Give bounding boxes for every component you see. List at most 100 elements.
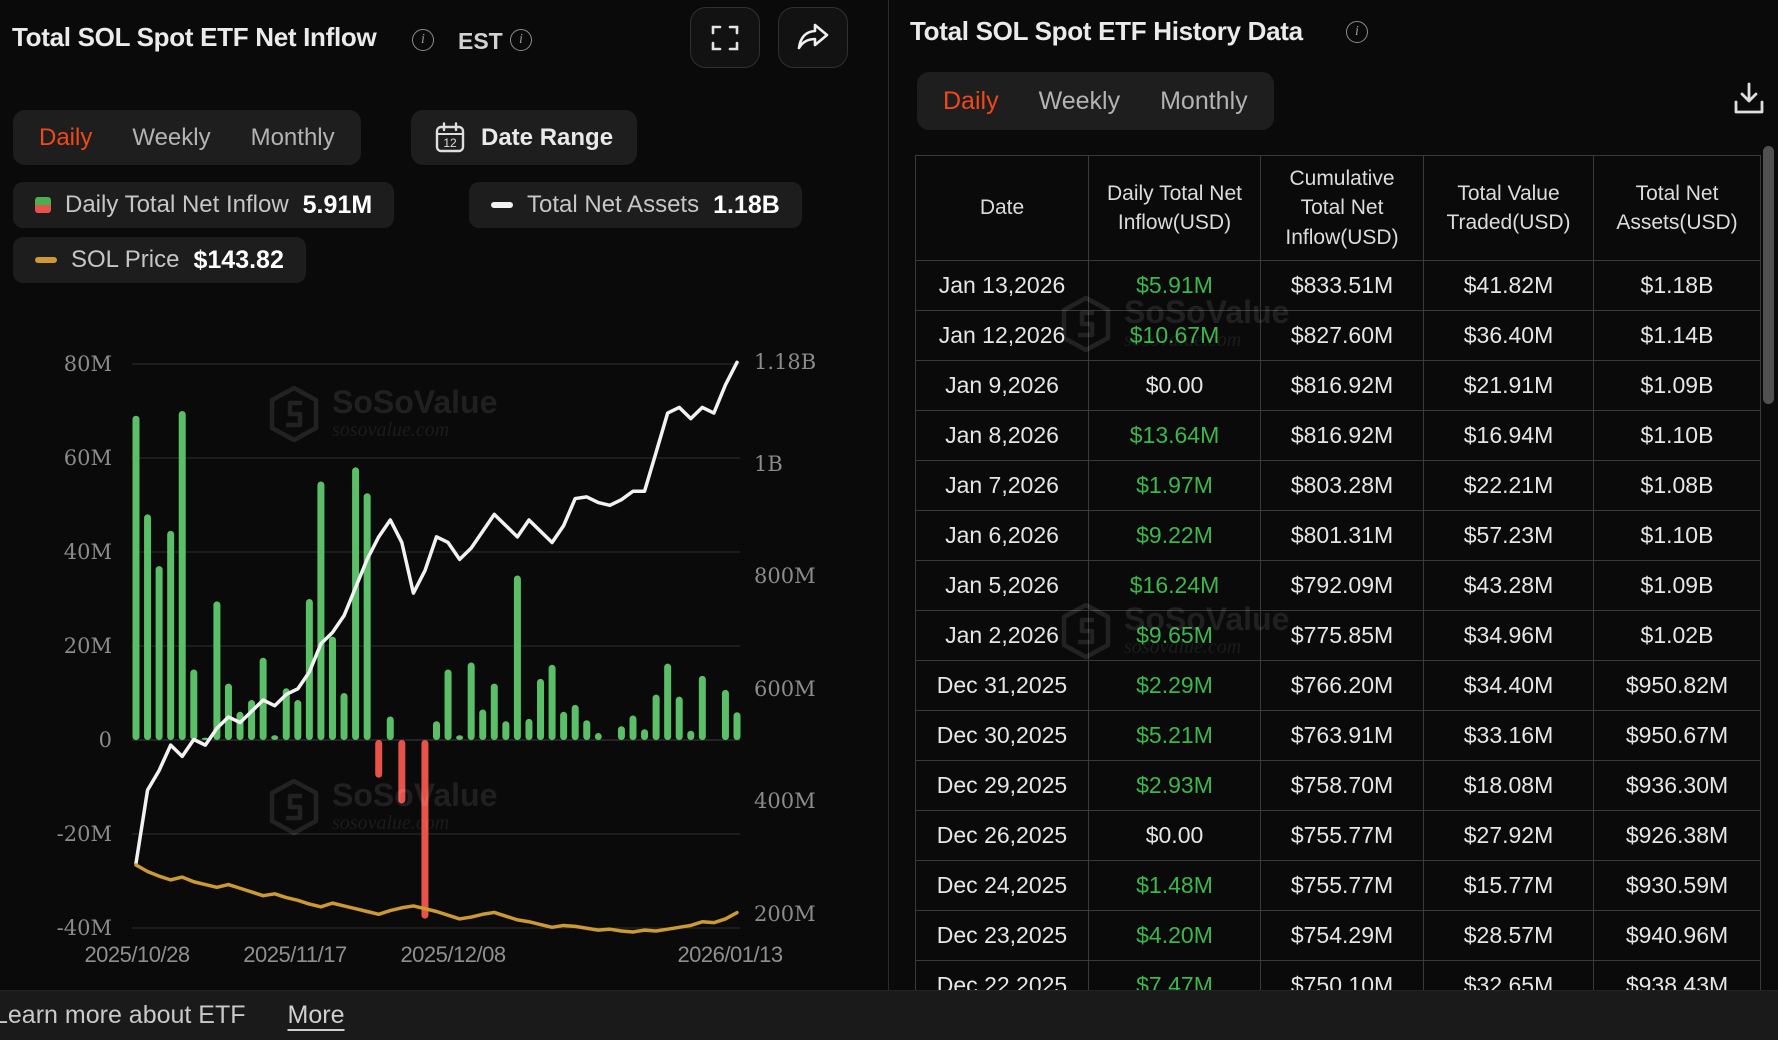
table-row: Dec 22,2025$7.47M$750.10M$32.65M$938.43M xyxy=(916,961,1761,991)
cell-daily-inflow: $9.65M xyxy=(1089,611,1261,661)
col-value-traded: Total Value Traded(USD) xyxy=(1424,156,1594,261)
right-axis-tick: 1.18B xyxy=(754,349,816,375)
cell-net-assets: $1.09B xyxy=(1594,561,1761,611)
cell-cumulative-inflow: $750.10M xyxy=(1261,961,1424,991)
inflow-bar xyxy=(237,712,244,740)
table-row: Dec 29,2025$2.93M$758.70M$18.08M$936.30M xyxy=(916,761,1761,811)
inflow-bar xyxy=(687,731,694,740)
inflow-bar xyxy=(445,670,452,741)
cell-cumulative-inflow: $816.92M xyxy=(1261,411,1424,461)
cell-net-assets: $1.08B xyxy=(1594,461,1761,511)
x-axis-tick: 2025/12/08 xyxy=(400,942,505,968)
col-net-assets: Total Net Assets(USD) xyxy=(1594,156,1761,261)
cell-value-traded: $41.82M xyxy=(1424,261,1594,311)
cell-net-assets: $1.18B xyxy=(1594,261,1761,311)
legend-net-assets[interactable]: Total Net Assets 1.18B xyxy=(469,182,802,228)
inflow-bar xyxy=(572,705,579,740)
title-info-icon[interactable]: i xyxy=(412,29,434,51)
cell-net-assets: $940.96M xyxy=(1594,911,1761,961)
table-row: Dec 23,2025$4.20M$754.29M$28.57M$940.96M xyxy=(916,911,1761,961)
legend-label: Daily Total Net Inflow xyxy=(65,191,289,219)
legend-value: 5.91M xyxy=(303,191,372,220)
cell-date: Jan 7,2026 xyxy=(916,461,1089,511)
tab-weekly[interactable]: Weekly xyxy=(132,124,210,152)
cell-net-assets: $936.30M xyxy=(1594,761,1761,811)
cell-daily-inflow: $13.64M xyxy=(1089,411,1261,461)
left-axis-tick: -40M xyxy=(0,915,112,941)
net-assets-legend-icon xyxy=(491,202,513,208)
footer-bar: Learn more about ETF More xyxy=(0,990,1778,1040)
cell-cumulative-inflow: $833.51M xyxy=(1261,261,1424,311)
table-row: Jan 2,2026$9.65M$775.85M$34.96M$1.02B xyxy=(916,611,1761,661)
cell-net-assets: $1.10B xyxy=(1594,511,1761,561)
cell-net-assets: $938.43M xyxy=(1594,961,1761,991)
table-row: Jan 8,2026$13.64M$816.92M$16.94M$1.10B xyxy=(916,411,1761,461)
cell-daily-inflow: $9.22M xyxy=(1089,511,1261,561)
cell-value-traded: $21.91M xyxy=(1424,361,1594,411)
inflow-bar xyxy=(167,531,174,740)
history-title: Total SOL Spot ETF History Data xyxy=(910,16,1303,47)
page-title: Total SOL Spot ETF Net Inflow xyxy=(12,22,376,53)
legend-daily-inflow[interactable]: Daily Total Net Inflow 5.91M xyxy=(13,182,394,228)
cell-net-assets: $930.59M xyxy=(1594,861,1761,911)
table-row: Dec 24,2025$1.48M$755.77M$15.77M$930.59M xyxy=(916,861,1761,911)
tab-history-daily[interactable]: Daily xyxy=(943,87,999,116)
cell-value-traded: $15.77M xyxy=(1424,861,1594,911)
legend-value: $143.82 xyxy=(193,246,283,275)
cell-date: Dec 29,2025 xyxy=(916,761,1089,811)
cell-daily-inflow: $7.47M xyxy=(1089,961,1261,991)
cell-value-traded: $18.08M xyxy=(1424,761,1594,811)
outflow-bar xyxy=(398,740,405,803)
tab-daily[interactable]: Daily xyxy=(39,124,92,152)
inflow-bar xyxy=(491,684,498,740)
cell-net-assets: $1.10B xyxy=(1594,411,1761,461)
share-button[interactable] xyxy=(778,7,848,68)
x-axis-tick: 2025/10/28 xyxy=(84,942,189,968)
table-scrollbar[interactable] xyxy=(1763,146,1774,404)
cell-date: Jan 13,2026 xyxy=(916,261,1089,311)
legend-sol-price[interactable]: SOL Price $143.82 xyxy=(13,237,306,283)
legend-value: 1.18B xyxy=(713,191,780,220)
inflow-bar xyxy=(329,637,336,740)
download-button[interactable] xyxy=(1730,80,1768,123)
cell-cumulative-inflow: $803.28M xyxy=(1261,461,1424,511)
inflow-bar xyxy=(364,493,371,740)
cell-cumulative-inflow: $775.85M xyxy=(1261,611,1424,661)
cell-value-traded: $57.23M xyxy=(1424,511,1594,561)
sol-price-line xyxy=(136,865,737,932)
inflow-bar xyxy=(456,735,463,740)
table-row: Jan 7,2026$1.97M$803.28M$22.21M$1.08B xyxy=(916,461,1761,511)
inflow-bar xyxy=(514,576,521,741)
cell-date: Dec 26,2025 xyxy=(916,811,1089,861)
date-range-button[interactable]: 12 Date Range xyxy=(411,110,637,165)
calendar-icon: 12 xyxy=(435,122,465,154)
left-axis-tick: -20M xyxy=(0,821,112,847)
tab-history-monthly[interactable]: Monthly xyxy=(1160,87,1248,116)
legend-label: SOL Price xyxy=(71,246,179,274)
inflow-bar xyxy=(537,679,544,740)
cell-net-assets: $950.82M xyxy=(1594,661,1761,711)
cell-daily-inflow: $0.00 xyxy=(1089,811,1261,861)
cell-cumulative-inflow: $816.92M xyxy=(1261,361,1424,411)
right-axis-tick: 400M xyxy=(754,788,816,814)
cell-daily-inflow: $10.67M xyxy=(1089,311,1261,361)
cell-value-traded: $36.40M xyxy=(1424,311,1594,361)
table-row: Dec 30,2025$5.21M$763.91M$33.16M$950.67M xyxy=(916,711,1761,761)
tab-monthly[interactable]: Monthly xyxy=(251,124,335,152)
history-info-icon[interactable]: i xyxy=(1346,21,1368,43)
timezone-info-icon[interactable]: i xyxy=(510,29,532,51)
cell-value-traded: $43.28M xyxy=(1424,561,1594,611)
more-link[interactable]: More xyxy=(288,1001,345,1030)
table-row: Jan 9,2026$0.00$816.92M$21.91M$1.09B xyxy=(916,361,1761,411)
col-daily-inflow: Daily Total Net Inflow(USD) xyxy=(1089,156,1261,261)
table-row: Jan 13,2026$5.91M$833.51M$41.82M$1.18B xyxy=(916,261,1761,311)
tab-history-weekly[interactable]: Weekly xyxy=(1039,87,1121,116)
right-axis-tick: 600M xyxy=(754,676,816,702)
inflow-bar xyxy=(213,601,220,740)
inflow-bar xyxy=(317,482,324,741)
inflow-bar xyxy=(641,729,648,740)
fullscreen-button[interactable] xyxy=(690,7,760,68)
cell-cumulative-inflow: $766.20M xyxy=(1261,661,1424,711)
inflow-bar xyxy=(664,664,671,740)
history-table: Date Daily Total Net Inflow(USD) Cumulat… xyxy=(915,155,1761,990)
